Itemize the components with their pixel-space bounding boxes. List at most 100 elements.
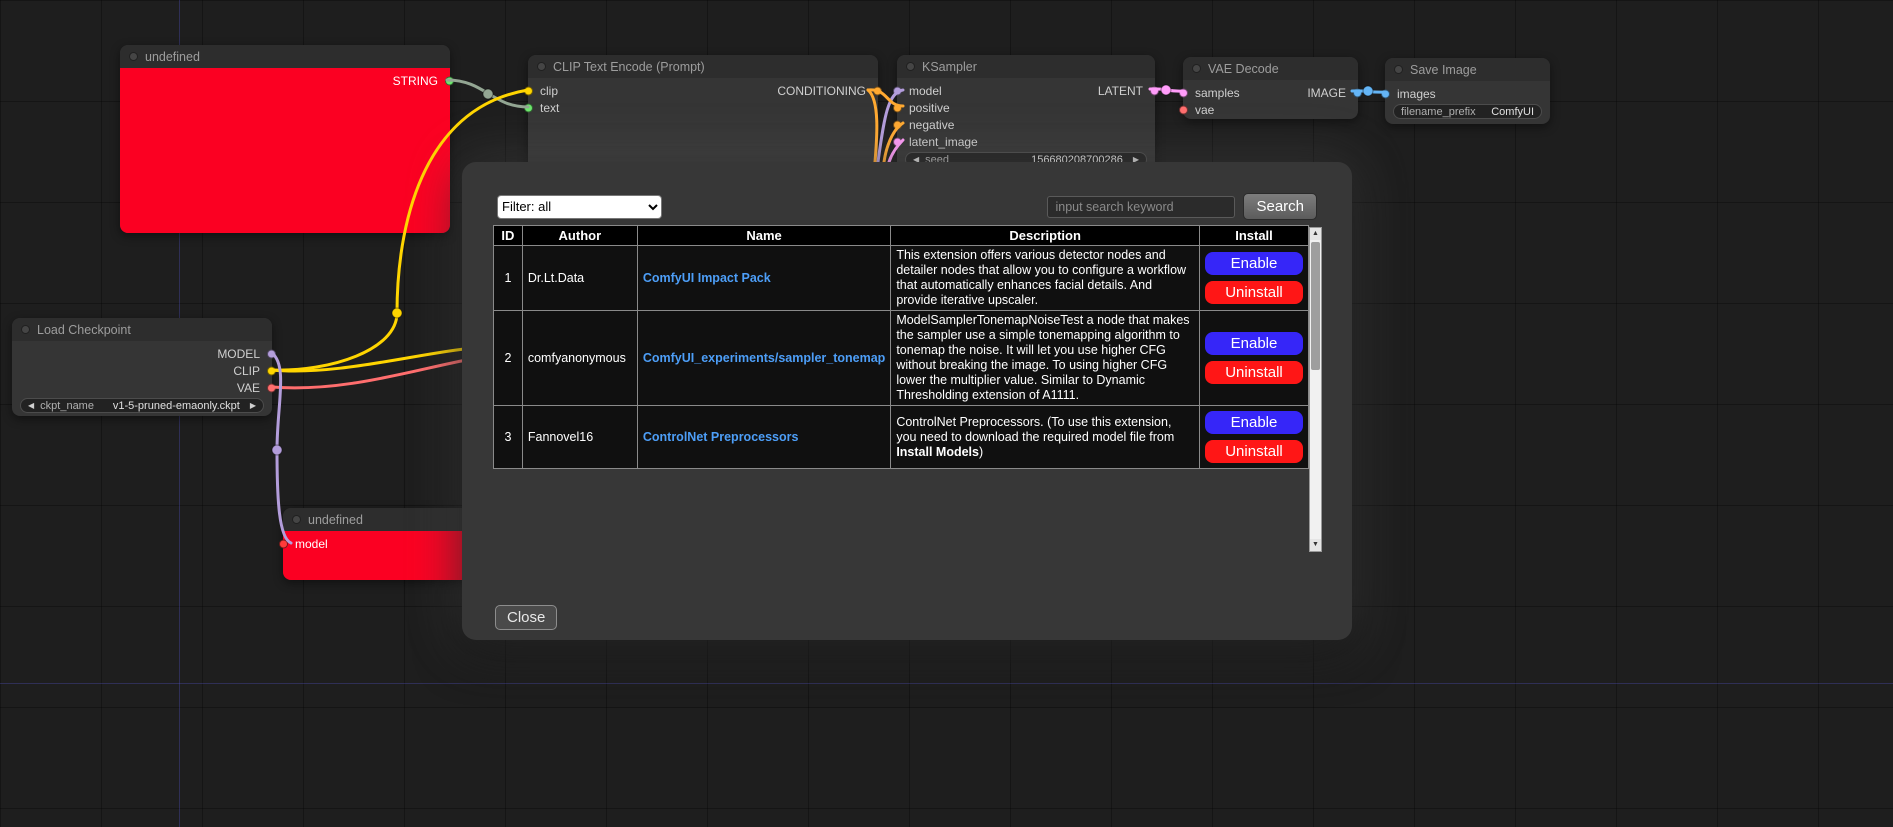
extension-link[interactable]: ControlNet Preprocessors bbox=[643, 430, 799, 444]
node-title-bar[interactable]: undefined bbox=[120, 45, 450, 68]
table-row: 2comfyanonymousComfyUI_experiments/sampl… bbox=[494, 311, 1309, 406]
extension-install-cell: Enable Uninstall bbox=[1199, 406, 1308, 469]
extension-author: comfyanonymous bbox=[522, 311, 637, 406]
scrollbar-up-icon[interactable]: ▲ bbox=[1310, 228, 1321, 240]
output-dot-model[interactable] bbox=[267, 349, 276, 358]
slot-row: text bbox=[528, 99, 878, 116]
node-title-label: undefined bbox=[145, 50, 200, 64]
filter-select[interactable]: Filter: all bbox=[497, 195, 662, 219]
enable-button[interactable]: Enable bbox=[1205, 332, 1303, 355]
node-vae-decode[interactable]: VAE Decode samples IMAGE vae bbox=[1183, 57, 1358, 119]
output-dot-conditioning[interactable] bbox=[873, 86, 882, 95]
slot-label: clip bbox=[540, 84, 558, 98]
input-dot-vae[interactable] bbox=[1179, 105, 1188, 114]
table-row: 1Dr.Lt.DataComfyUI Impact PackThis exten… bbox=[494, 246, 1309, 311]
close-button[interactable]: Close bbox=[495, 605, 557, 630]
enable-button[interactable]: Enable bbox=[1205, 252, 1303, 275]
output-dot-clip[interactable] bbox=[267, 366, 276, 375]
collapse-dot-icon[interactable] bbox=[537, 62, 546, 71]
extension-author: Fannovel16 bbox=[522, 406, 637, 469]
node-title-label: Save Image bbox=[1410, 63, 1477, 77]
collapse-dot-icon[interactable] bbox=[1192, 64, 1201, 73]
slot-label: model bbox=[295, 537, 328, 551]
decrement-arrow-icon[interactable]: ◀ bbox=[28, 402, 34, 410]
ckpt-name-widget[interactable]: ◀ ckpt_name v1-5-pruned-emaonly.ckpt ▶ bbox=[20, 398, 264, 413]
slot-row: MODEL bbox=[12, 345, 272, 362]
table-scrollbar[interactable]: ▲ ▼ bbox=[1309, 227, 1322, 552]
slot-label: CLIP bbox=[233, 364, 260, 378]
collapse-dot-icon[interactable] bbox=[129, 52, 138, 61]
dialog-toolbar: Filter: all Search bbox=[497, 193, 1317, 220]
collapse-dot-icon[interactable] bbox=[906, 62, 915, 71]
output-dot-image[interactable] bbox=[1353, 88, 1362, 97]
uninstall-button[interactable]: Uninstall bbox=[1205, 281, 1303, 304]
input-dot-model[interactable] bbox=[893, 86, 902, 95]
extension-link[interactable]: ComfyUI_experiments/sampler_tonemap bbox=[643, 351, 885, 365]
node-title-bar[interactable]: CLIP Text Encode (Prompt) bbox=[528, 55, 878, 78]
node-body: images filename_prefix ComfyUI bbox=[1385, 81, 1550, 119]
scrollbar-down-icon[interactable]: ▼ bbox=[1310, 539, 1321, 551]
collapse-dot-icon[interactable] bbox=[292, 515, 301, 524]
enable-button[interactable]: Enable bbox=[1205, 411, 1303, 434]
input-dot-positive[interactable] bbox=[893, 103, 902, 112]
widget-value: v1-5-pruned-emaonly.ckpt bbox=[113, 400, 240, 412]
slot-label: samples bbox=[1195, 86, 1240, 100]
extension-description: This extension offers various detector n… bbox=[891, 246, 1200, 311]
output-dot-latent[interactable] bbox=[1150, 86, 1159, 95]
uninstall-button[interactable]: Uninstall bbox=[1205, 361, 1303, 384]
input-dot-latent-image[interactable] bbox=[893, 137, 902, 146]
slot-label: IMAGE bbox=[1307, 86, 1346, 100]
node-save-image[interactable]: Save Image images filename_prefix ComfyU… bbox=[1385, 58, 1550, 124]
input-dot-samples[interactable] bbox=[1179, 88, 1188, 97]
slot-row: model LATENT bbox=[897, 82, 1155, 99]
output-dot-vae[interactable] bbox=[267, 383, 276, 392]
slot-row: CLIP bbox=[12, 362, 272, 379]
node-title-label: Load Checkpoint bbox=[37, 323, 131, 337]
search-group: Search bbox=[1047, 193, 1317, 220]
collapse-dot-icon[interactable] bbox=[21, 325, 30, 334]
extension-description: ControlNet Preprocessors. (To use this e… bbox=[891, 406, 1200, 469]
node-undefined-string[interactable]: undefined STRING bbox=[120, 45, 450, 233]
node-body: samples IMAGE vae bbox=[1183, 80, 1358, 118]
node-title-label: CLIP Text Encode (Prompt) bbox=[553, 60, 705, 74]
input-dot-images[interactable] bbox=[1381, 89, 1390, 98]
extension-description: ModelSamplerTonemapNoiseTest a node that… bbox=[891, 311, 1200, 406]
table-row: 3Fannovel16ControlNet PreprocessorsContr… bbox=[494, 406, 1309, 469]
filename-prefix-widget[interactable]: filename_prefix ComfyUI bbox=[1393, 104, 1542, 119]
slot-label: negative bbox=[909, 118, 954, 132]
extension-author: Dr.Lt.Data bbox=[522, 246, 637, 311]
table-header-row: ID Author Name Description Install bbox=[494, 226, 1309, 246]
column-header-name: Name bbox=[637, 226, 890, 246]
slot-label: latent_image bbox=[909, 135, 978, 149]
extension-table: ID Author Name Description Install 1Dr.L… bbox=[493, 225, 1309, 469]
slot-label: positive bbox=[909, 101, 950, 115]
search-button[interactable]: Search bbox=[1243, 193, 1317, 220]
slot-row: vae bbox=[1183, 101, 1358, 118]
node-title-label: undefined bbox=[308, 513, 363, 527]
output-slot-string[interactable]: STRING bbox=[120, 72, 450, 89]
slot-row: positive bbox=[897, 99, 1155, 116]
collapse-dot-icon[interactable] bbox=[1394, 65, 1403, 74]
increment-arrow-icon[interactable]: ▶ bbox=[250, 402, 256, 410]
extension-link[interactable]: ComfyUI Impact Pack bbox=[643, 271, 771, 285]
node-title-label: KSampler bbox=[922, 60, 977, 74]
node-title-bar[interactable]: Save Image bbox=[1385, 58, 1550, 81]
node-title-bar[interactable]: VAE Decode bbox=[1183, 57, 1358, 80]
input-dot-text[interactable] bbox=[524, 103, 533, 112]
search-input[interactable] bbox=[1047, 196, 1235, 218]
node-load-checkpoint[interactable]: Load Checkpoint MODEL CLIP VAE ◀ ckpt_na… bbox=[12, 318, 272, 416]
node-title-bar[interactable]: Load Checkpoint bbox=[12, 318, 272, 341]
slot-row: negative bbox=[897, 116, 1155, 133]
node-title-bar[interactable]: KSampler bbox=[897, 55, 1155, 78]
node-body: MODEL CLIP VAE ◀ ckpt_name v1-5-pruned-e… bbox=[12, 341, 272, 413]
scrollbar-thumb[interactable] bbox=[1311, 242, 1320, 370]
widget-label: filename_prefix bbox=[1401, 106, 1476, 118]
input-dot-clip[interactable] bbox=[524, 86, 533, 95]
slot-row: clip CONDITIONING bbox=[528, 82, 878, 99]
input-dot-model[interactable] bbox=[279, 539, 288, 548]
uninstall-button[interactable]: Uninstall bbox=[1205, 440, 1303, 463]
node-ksampler[interactable]: KSampler model LATENT positive negative … bbox=[897, 55, 1155, 173]
slot-row: images bbox=[1385, 85, 1550, 102]
input-dot-negative[interactable] bbox=[893, 120, 902, 129]
output-dot-string[interactable] bbox=[445, 76, 454, 85]
